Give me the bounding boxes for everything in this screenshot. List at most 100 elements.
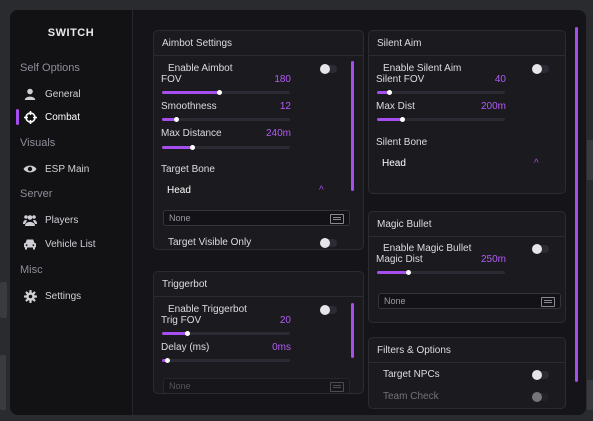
toggle-knob <box>532 64 542 74</box>
crosshair-icon <box>23 110 37 124</box>
divider <box>154 55 363 56</box>
divider <box>369 55 565 56</box>
main-scrollbar[interactable] <box>575 27 578 382</box>
team-check-toggle[interactable] <box>532 392 549 402</box>
panel-title: Triggerbot <box>162 279 208 290</box>
slider-fill <box>162 146 193 149</box>
enable-triggerbot-label: Enable Triggerbot <box>168 304 247 315</box>
enable-magic-bullet-toggle[interactable] <box>532 244 549 254</box>
silent-fov-slider[interactable] <box>377 90 505 95</box>
active-indicator <box>16 109 19 125</box>
delay-value: 0ms <box>272 342 291 353</box>
sidebar-section-self-options: Self Options <box>20 62 80 74</box>
background-panel <box>587 380 593 410</box>
toggle-knob <box>320 64 330 74</box>
main-content: Aimbot Settings Enable Aimbot FOV 180 Sm… <box>133 10 586 415</box>
slider-knob[interactable] <box>174 117 179 122</box>
slider-knob[interactable] <box>190 145 195 150</box>
enable-silent-aim-label: Enable Silent Aim <box>383 63 462 74</box>
max-dist-label: Max Dist <box>376 101 415 112</box>
sidebar-section-server: Server <box>20 188 53 200</box>
enable-triggerbot-toggle[interactable] <box>320 305 337 315</box>
trig-fov-label: Trig FOV <box>161 315 202 326</box>
users-icon <box>23 213 37 227</box>
slider-knob[interactable] <box>217 90 222 95</box>
background-panel <box>0 282 7 318</box>
panel-title: Magic Bullet <box>377 219 432 230</box>
sidebar-item-general[interactable]: General <box>10 84 132 104</box>
delay-slider[interactable] <box>162 358 290 363</box>
silent-fov-value: 40 <box>494 74 506 85</box>
toggle-knob <box>532 370 542 380</box>
max-distance-value: 240m <box>265 128 291 139</box>
sidebar-item-label: General <box>45 88 81 100</box>
silent-aim-panel: Silent Aim Enable Silent Aim Silent FOV … <box>368 30 566 194</box>
background-panel <box>587 140 593 180</box>
silent-fov-label: Silent FOV <box>376 74 425 85</box>
target-npcs-toggle[interactable] <box>532 370 549 380</box>
toggle-knob <box>532 244 542 254</box>
trig-fov-value: 20 <box>279 315 291 326</box>
magic-dist-label: Magic Dist <box>376 254 423 265</box>
sidebar-item-vehicle-list[interactable]: Vehicle List <box>10 234 132 254</box>
max-dist-slider[interactable] <box>377 117 505 122</box>
target-visible-only-label: Target Visible Only <box>168 237 252 248</box>
magic-dist-slider[interactable] <box>377 270 505 275</box>
slider-knob[interactable] <box>165 358 170 363</box>
search-input-value: None <box>169 381 191 391</box>
magic-bullet-panel: Magic Bullet Enable Magic Bullet Magic D… <box>368 211 566 323</box>
triggerbot-search-input[interactable]: None <box>163 378 350 393</box>
fov-value: 180 <box>274 74 291 85</box>
divider <box>154 296 363 297</box>
enable-magic-bullet-label: Enable Magic Bullet <box>383 243 472 254</box>
smoothness-label: Smoothness <box>161 101 217 112</box>
panel-title: Silent Aim <box>377 38 422 49</box>
user-icon <box>23 87 37 101</box>
sidebar-item-label: Vehicle List <box>45 238 96 250</box>
fov-label: FOV <box>161 74 182 85</box>
app-window: SWITCH Self Options General Combat Visua… <box>10 10 586 415</box>
chevron-up-icon[interactable]: ^ <box>319 185 324 196</box>
slider-knob[interactable] <box>400 117 405 122</box>
delay-label: Delay (ms) <box>161 342 210 353</box>
sidebar-item-settings[interactable]: Settings <box>10 286 132 306</box>
target-visible-only-toggle[interactable] <box>320 238 337 248</box>
toggle-knob <box>320 305 330 315</box>
scrollbar[interactable] <box>351 303 354 358</box>
enable-silent-aim-toggle[interactable] <box>532 64 549 74</box>
slider-knob[interactable] <box>387 90 392 95</box>
keyboard-icon <box>330 214 344 224</box>
aimbot-search-input[interactable]: None <box>163 210 350 226</box>
magic-bullet-search-input[interactable]: None <box>378 293 561 309</box>
smoothness-slider[interactable] <box>162 117 290 122</box>
sidebar-item-label: ESP Main <box>45 163 90 175</box>
team-check-label: Team Check <box>383 391 439 402</box>
search-input-value: None <box>384 296 406 306</box>
aimbot-settings-panel: Aimbot Settings Enable Aimbot FOV 180 Sm… <box>153 30 364 250</box>
triggerbot-panel: Triggerbot Enable Triggerbot Trig FOV 20… <box>153 271 364 394</box>
slider-knob[interactable] <box>406 270 411 275</box>
scrollbar[interactable] <box>351 61 354 191</box>
max-distance-slider[interactable] <box>162 145 290 150</box>
search-input-value: None <box>169 213 191 223</box>
sidebar: SWITCH Self Options General Combat Visua… <box>10 10 133 415</box>
keyboard-icon <box>330 382 344 392</box>
divider <box>369 362 565 363</box>
sidebar-item-combat[interactable]: Combat <box>10 107 132 127</box>
sidebar-item-label: Combat <box>45 111 81 123</box>
silent-bone-dropdown[interactable]: Head <box>382 158 406 169</box>
chevron-up-icon[interactable]: ^ <box>534 158 539 169</box>
slider-fill <box>162 91 220 94</box>
fov-slider[interactable] <box>162 90 290 95</box>
panel-title: Aimbot Settings <box>162 38 233 49</box>
enable-aimbot-toggle[interactable] <box>320 64 337 74</box>
eye-icon <box>23 162 37 176</box>
target-bone-dropdown[interactable]: Head <box>167 185 191 196</box>
sidebar-item-esp-main[interactable]: ESP Main <box>10 159 132 179</box>
slider-knob[interactable] <box>185 331 190 336</box>
enable-aimbot-label: Enable Aimbot <box>168 63 233 74</box>
sidebar-section-visuals: Visuals <box>20 137 56 149</box>
app-title: SWITCH <box>47 27 95 39</box>
sidebar-item-players[interactable]: Players <box>10 210 132 230</box>
trig-fov-slider[interactable] <box>162 331 290 336</box>
